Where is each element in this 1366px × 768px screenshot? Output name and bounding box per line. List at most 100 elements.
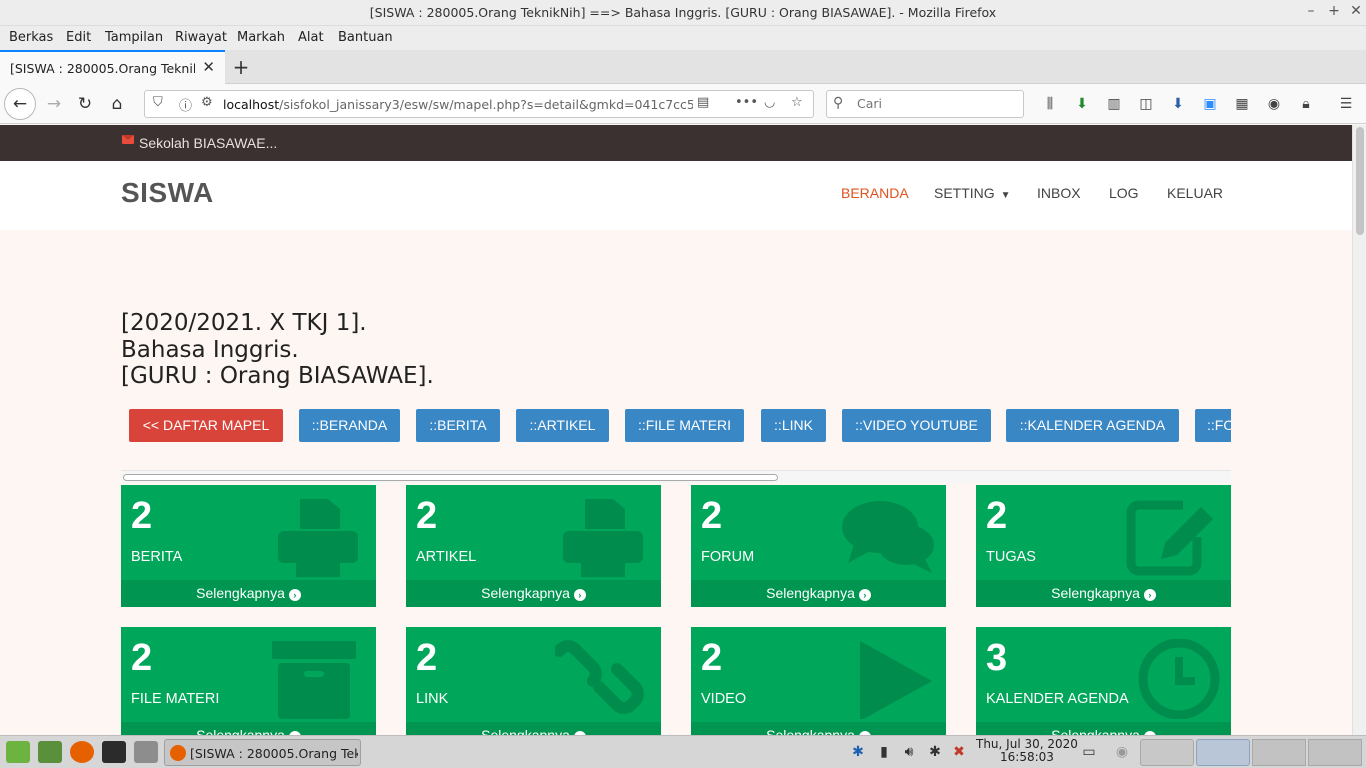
firefox-launcher-icon[interactable] bbox=[70, 741, 94, 763]
account-icon[interactable]: ◉ bbox=[1264, 94, 1284, 114]
file-materi-button[interactable]: ::FILE MATERI bbox=[625, 409, 744, 442]
selengkapnya-link[interactable]: Selengkapnya› bbox=[976, 580, 1231, 607]
menu-markah[interactable]: Markah bbox=[237, 30, 285, 45]
firefox-icon bbox=[170, 745, 186, 761]
page-scrollbar[interactable] bbox=[1352, 125, 1366, 735]
workspace-files-icon[interactable] bbox=[1140, 739, 1194, 766]
button-row-scrollbar[interactable] bbox=[121, 470, 1231, 483]
beranda-button[interactable]: ::BERANDA bbox=[299, 409, 400, 442]
daftar-mapel-button[interactable]: << DAFTAR MAPEL bbox=[129, 409, 283, 442]
menu-tampilan[interactable]: Tampilan bbox=[105, 30, 163, 45]
hamburger-menu-icon[interactable]: ☰ bbox=[1336, 94, 1356, 114]
clock-icon bbox=[1138, 639, 1220, 719]
search-input[interactable] bbox=[857, 96, 1017, 111]
selengkapnya-link[interactable]: Selengkapnya› bbox=[691, 722, 946, 735]
files-launcher-icon[interactable] bbox=[134, 741, 158, 763]
bookmark-star-icon[interactable]: ☆ bbox=[791, 95, 803, 110]
url-bar[interactable]: ⛉ ⓘ ⚙ localhost/sisfokol_janissary3/esw/… bbox=[144, 90, 814, 118]
card-artikel: 2 ARTIKEL Selengkapnya › bbox=[406, 485, 661, 607]
web-page: Sekolah BIASAWAE... SISWA BERANDA SETTIN… bbox=[0, 125, 1352, 735]
menu-riwayat[interactable]: Riwayat bbox=[175, 30, 227, 45]
selengkapnya-label: Selengkapnya bbox=[766, 727, 855, 735]
workspace-3[interactable] bbox=[1252, 739, 1306, 766]
back-arrow-icon[interactable]: ← bbox=[4, 88, 36, 120]
minimize-icon[interactable]: – bbox=[1302, 3, 1320, 19]
reader-view-icon[interactable]: ▤ bbox=[697, 95, 709, 110]
downloader-icon[interactable]: ⬇ bbox=[1168, 94, 1188, 114]
selengkapnya-label: Selengkapnya bbox=[196, 727, 285, 735]
page-title-line-subject: Bahasa Inggris. bbox=[121, 336, 299, 363]
library-icon[interactable]: ⫼ bbox=[1040, 94, 1060, 114]
selengkapnya-link[interactable]: Selengkapnya› bbox=[121, 722, 376, 735]
forum-button[interactable]: ::FORUM bbox=[1195, 409, 1231, 442]
network-icon[interactable]: ▮ bbox=[875, 744, 893, 760]
menu-berkas[interactable]: Berkas bbox=[9, 30, 53, 45]
nav-log[interactable]: LOG bbox=[1109, 185, 1139, 201]
bluetooth-status-icon[interactable]: ✱ bbox=[926, 744, 944, 760]
lock-icon[interactable]: 🔒︎ bbox=[1296, 94, 1316, 114]
selengkapnya-link[interactable]: Selengkapnya› bbox=[691, 580, 946, 607]
bluetooth-icon[interactable]: ✱ bbox=[849, 744, 867, 760]
download-arrow-icon[interactable]: ⬇ bbox=[1072, 94, 1092, 114]
play-icon bbox=[860, 641, 932, 719]
berita-button[interactable]: ::BERITA bbox=[416, 409, 500, 442]
forward-arrow-icon[interactable]: → bbox=[40, 90, 68, 118]
selengkapnya-link[interactable]: Selengkapnya› bbox=[976, 722, 1231, 735]
card-berita: 2 BERITA Selengkapnya › bbox=[121, 485, 376, 607]
selengkapnya-link[interactable]: Selengkapnya› bbox=[406, 722, 661, 735]
taskbar-firefox-window[interactable]: [SISWA : 280005.Orang Tekn... bbox=[164, 739, 361, 766]
update-manager-icon[interactable]: ✖ bbox=[950, 744, 968, 760]
selengkapnya-link[interactable]: Selengkapnya› bbox=[406, 580, 661, 607]
pocket-icon[interactable]: ◡ bbox=[764, 95, 775, 110]
kalender-agenda-button[interactable]: ::KALENDER AGENDA bbox=[1006, 409, 1179, 442]
show-desktop-icon[interactable] bbox=[38, 741, 62, 763]
browser-tab[interactable]: [SISWA : 280005.Orang TeknikNih] ✕ bbox=[0, 50, 225, 84]
sidebar-icon[interactable]: ◫ bbox=[1136, 94, 1156, 114]
volume-icon[interactable]: 🔊︎ bbox=[900, 744, 918, 760]
site-brand[interactable]: SISWA bbox=[121, 177, 214, 209]
clock-time: 16:58:03 bbox=[1000, 750, 1054, 764]
chevron-down-icon: ▼ bbox=[1000, 190, 1011, 201]
workspace-firefox-icon[interactable] bbox=[1196, 739, 1250, 766]
extension-icon[interactable]: ▥ bbox=[1104, 94, 1124, 114]
page-actions-icon[interactable]: ••• bbox=[735, 95, 758, 110]
card-count: 2 bbox=[131, 637, 153, 679]
artikel-button[interactable]: ::ARTIKEL bbox=[516, 409, 609, 442]
maximize-icon[interactable]: + bbox=[1325, 3, 1343, 19]
shield-icon[interactable]: ⛉ bbox=[153, 95, 163, 110]
page-title-line-class: [2020/2021. X TKJ 1]. bbox=[121, 310, 367, 336]
page-scroll-thumb[interactable] bbox=[1356, 127, 1364, 235]
qr-code-icon[interactable]: ▦ bbox=[1232, 94, 1252, 114]
workspace-4[interactable] bbox=[1308, 739, 1362, 766]
tab-close-icon[interactable]: ✕ bbox=[202, 58, 215, 76]
menu-alat[interactable]: Alat bbox=[298, 30, 324, 45]
nav-keluar[interactable]: KELUAR bbox=[1167, 185, 1223, 201]
terminal-icon[interactable] bbox=[102, 741, 126, 763]
page-title-line-teacher: [GURU : Orang BIASAWAE]. bbox=[121, 363, 434, 389]
power-icon[interactable]: ◉ bbox=[1113, 744, 1131, 760]
zoom-meeting-icon[interactable]: ▣ bbox=[1200, 94, 1220, 114]
menu-bantuan[interactable]: Bantuan bbox=[338, 30, 393, 45]
reload-icon[interactable]: ↻ bbox=[71, 90, 99, 118]
button-row-scroll-thumb[interactable] bbox=[123, 474, 778, 481]
menu-edit[interactable]: Edit bbox=[66, 30, 91, 45]
nav-inbox[interactable]: INBOX bbox=[1037, 185, 1081, 201]
info-icon[interactable]: ⓘ bbox=[179, 95, 192, 114]
battery-icon[interactable]: ▭ bbox=[1080, 744, 1098, 760]
selengkapnya-link[interactable]: Selengkapnya› bbox=[121, 580, 376, 607]
nav-beranda[interactable]: BERANDA bbox=[841, 185, 909, 201]
video-youtube-button[interactable]: ::VIDEO YOUTUBE bbox=[842, 409, 991, 442]
nav-setting[interactable]: SETTING ▼ bbox=[934, 185, 1011, 201]
selengkapnya-label: Selengkapnya bbox=[196, 585, 285, 601]
new-tab-icon[interactable]: + bbox=[230, 55, 252, 79]
card-video: 2 VIDEO Selengkapnya› bbox=[691, 627, 946, 735]
search-bar[interactable]: ⚲ bbox=[826, 90, 1024, 118]
card-label: FILE MATERI bbox=[131, 691, 220, 707]
url-text[interactable]: localhost/sisfokol_janissary3/esw/sw/map… bbox=[223, 97, 693, 112]
clock[interactable]: Thu, Jul 30, 2020 16:58:03 bbox=[976, 738, 1078, 764]
mint-menu-icon[interactable] bbox=[6, 741, 30, 763]
permissions-icon[interactable]: ⚙ bbox=[201, 95, 213, 110]
close-window-icon[interactable]: ✕ bbox=[1347, 3, 1365, 19]
link-button[interactable]: ::LINK bbox=[761, 409, 826, 442]
home-icon[interactable]: ⌂ bbox=[103, 90, 131, 118]
